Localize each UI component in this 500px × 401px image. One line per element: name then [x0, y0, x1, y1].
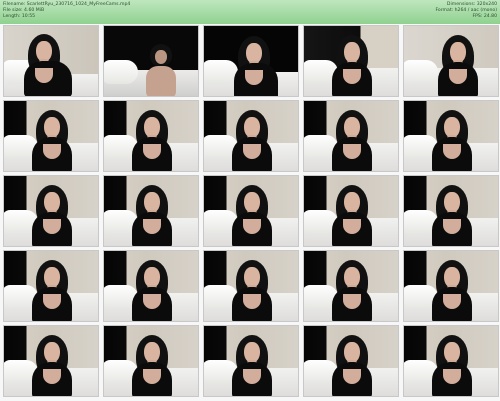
pillow	[404, 60, 438, 84]
person-figure	[24, 34, 72, 96]
person-figure	[232, 260, 272, 321]
video-thumbnail	[3, 175, 99, 247]
length-text: Length: 10:55	[3, 14, 36, 19]
video-thumbnail	[203, 325, 299, 397]
person-figure	[132, 260, 172, 321]
video-thumbnail	[103, 175, 199, 247]
video-thumbnail	[3, 325, 99, 397]
video-thumbnail	[303, 25, 399, 97]
person-figure	[132, 185, 172, 246]
person-figure	[234, 36, 278, 96]
video-thumbnail	[103, 25, 199, 97]
person-figure	[32, 185, 72, 246]
person-figure	[132, 110, 172, 171]
video-thumbnail	[103, 100, 199, 172]
metadata-right: Dimensions: 320x240 Format: h264 / aac (…	[435, 2, 497, 20]
video-thumbnail	[403, 175, 499, 247]
person-figure	[432, 110, 472, 171]
person-figure	[332, 35, 372, 96]
video-thumbnail	[103, 325, 199, 397]
person-figure	[32, 260, 72, 321]
video-thumbnail	[403, 250, 499, 322]
person-figure	[146, 44, 176, 96]
thumbnail-grid	[3, 25, 499, 398]
person-figure	[132, 335, 172, 396]
person-figure	[432, 260, 472, 321]
person-figure	[232, 185, 272, 246]
video-thumbnail	[303, 175, 399, 247]
person-figure	[332, 110, 372, 171]
person-figure	[438, 35, 478, 96]
video-thumbnail	[203, 175, 299, 247]
video-thumbnail	[3, 100, 99, 172]
torso	[146, 66, 176, 96]
pillow	[104, 60, 138, 84]
person-figure	[332, 260, 372, 321]
person-figure	[332, 185, 372, 246]
video-thumbnail	[403, 100, 499, 172]
person-figure	[232, 335, 272, 396]
person-figure	[232, 110, 272, 171]
video-thumbnail	[103, 250, 199, 322]
video-thumbnail	[203, 100, 299, 172]
video-thumbnail	[403, 325, 499, 397]
video-thumbnail	[3, 25, 99, 97]
video-thumbnail	[303, 325, 399, 397]
person-figure	[432, 185, 472, 246]
video-thumbnail	[3, 250, 99, 322]
video-thumbnail	[203, 250, 299, 322]
pillow	[204, 60, 238, 84]
face	[155, 50, 167, 64]
video-thumbnail	[203, 25, 299, 97]
fps-text: FPS: 24.80	[472, 14, 498, 19]
person-figure	[32, 335, 72, 396]
metadata-header: Filename: ScarlettRyu_230716_1024_MyFree…	[0, 0, 500, 24]
video-thumbnail	[403, 25, 499, 97]
person-figure	[332, 335, 372, 396]
video-thumbnail	[303, 100, 399, 172]
video-thumbnail	[303, 250, 399, 322]
person-figure	[32, 110, 72, 171]
person-figure	[432, 335, 472, 396]
metadata-left: Filename: ScarlettRyu_230716_1024_MyFree…	[3, 2, 130, 20]
